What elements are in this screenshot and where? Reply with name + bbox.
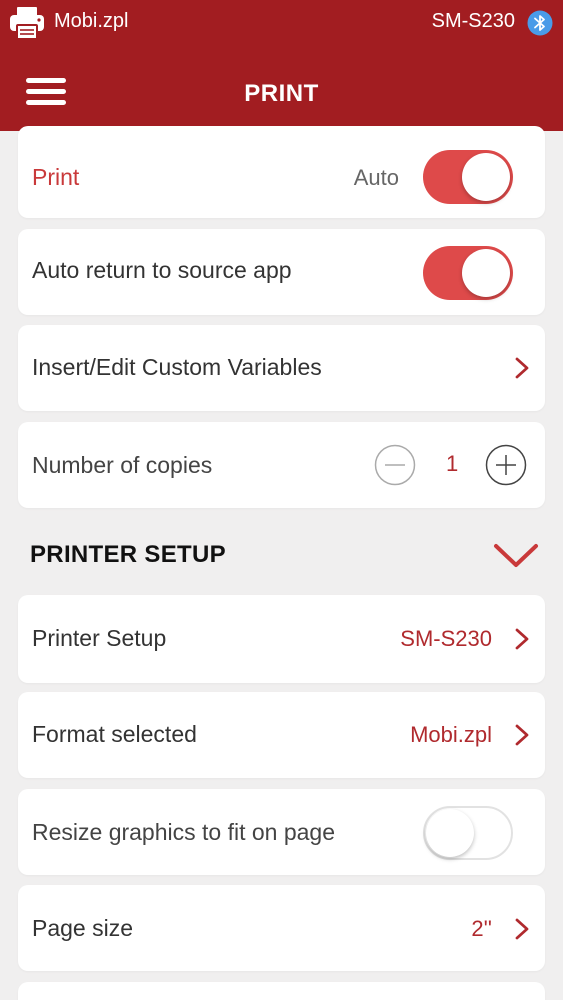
auto-return-toggle[interactable] <box>423 246 513 300</box>
format-selected-row[interactable]: Format selected Mobi.zpl <box>18 692 545 778</box>
chevron-down-icon[interactable] <box>493 543 539 569</box>
copies-label: Number of copies <box>32 452 213 478</box>
chevron-right-icon <box>515 918 529 940</box>
format-label: Format selected <box>32 721 197 747</box>
printer-setup-label: Printer Setup <box>32 625 167 651</box>
page-title: PRINT <box>244 80 319 107</box>
next-row[interactable] <box>18 982 545 1000</box>
print-label: Print <box>32 164 80 190</box>
auto-return-row[interactable]: Auto return to source app <box>18 229 545 315</box>
status-bar: Mobi.zpl SM-S230 <box>0 0 563 46</box>
copies-value: 1 <box>446 451 459 476</box>
print-mode-value: Auto <box>353 165 399 190</box>
chevron-right-icon <box>515 357 529 379</box>
plus-circle-icon[interactable] <box>485 444 527 486</box>
printer-setup-row[interactable]: Printer Setup SM-S230 <box>18 595 545 683</box>
page-size-row[interactable]: Page size 2'' <box>18 885 545 971</box>
chevron-right-icon <box>515 724 529 746</box>
page-size-value: 2'' <box>471 916 492 941</box>
section-title: PRINTER SETUP <box>30 541 226 568</box>
printer-setup-section-header[interactable]: PRINTER SETUP <box>0 517 563 595</box>
status-device-name: SM-S230 <box>431 10 515 32</box>
copies-row: Number of copies 1 <box>18 422 545 508</box>
printer-icon <box>10 7 44 40</box>
bluetooth-icon <box>527 10 553 36</box>
resize-label: Resize graphics to fit on page <box>32 819 336 845</box>
format-value: Mobi.zpl <box>410 722 492 747</box>
resize-graphics-row[interactable]: Resize graphics to fit on page <box>18 789 545 875</box>
status-file-name: Mobi.zpl <box>54 10 129 32</box>
printer-value: SM-S230 <box>400 626 492 651</box>
minus-circle-icon[interactable] <box>374 444 416 486</box>
auto-return-label: Auto return to source app <box>32 257 292 283</box>
page-size-label: Page size <box>32 915 134 941</box>
print-mode-row[interactable]: Print Auto <box>18 126 545 218</box>
chevron-right-icon <box>515 628 529 650</box>
custom-variables-row[interactable]: Insert/Edit Custom Variables <box>18 325 545 411</box>
resize-graphics-toggle[interactable] <box>423 806 513 860</box>
custom-variables-label: Insert/Edit Custom Variables <box>32 354 322 380</box>
app-header: Mobi.zpl SM-S230 PRINT <box>0 0 563 131</box>
print-auto-toggle[interactable] <box>423 150 513 204</box>
